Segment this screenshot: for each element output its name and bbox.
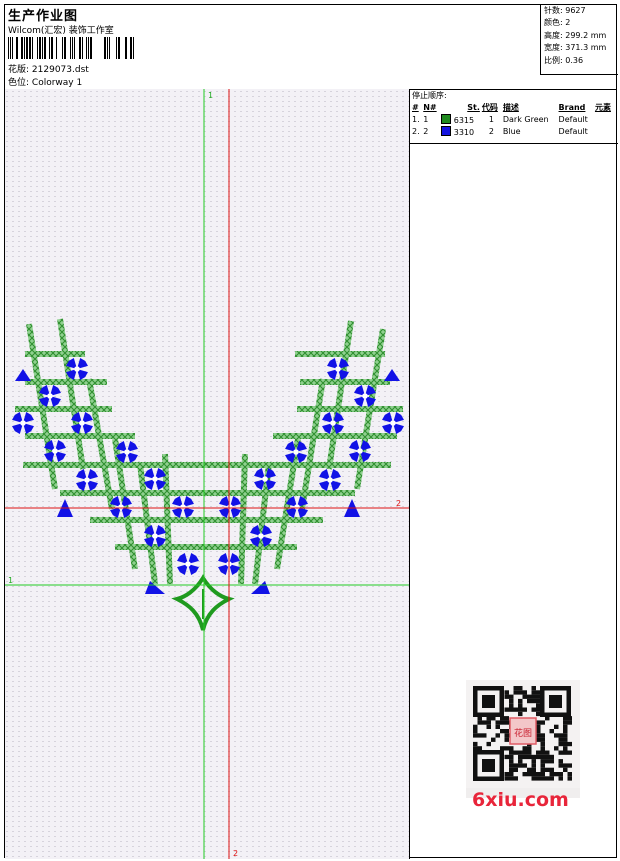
stat-height: 高度: 299.2 mm xyxy=(544,30,607,40)
col-brand: Brand xyxy=(558,102,586,112)
stat-scale: 比例: 0.36 xyxy=(544,55,584,65)
design-stats: 针数: 9627 颜色: 2 高度: 299.2 mm 宽度: 371.3 mm… xyxy=(540,5,618,75)
colorway-row: 色位: Colorway 1 xyxy=(8,75,82,88)
table-row[interactable]: 1. 1 6315 1 Dark Green Default xyxy=(411,113,615,125)
stat-stitches: 针数: 9627 xyxy=(544,6,586,15)
design-file-row: 花版: 2129073.dst xyxy=(8,62,89,75)
sheet-title: 生产作业图 xyxy=(8,9,79,24)
col-element: 元素 xyxy=(594,102,611,112)
sheet-subtitle: Wilcom(汇宏) 装饰工作室 xyxy=(8,26,114,36)
sheet-header: 生产作业图 Wilcom(汇宏) 装饰工作室 花版: 2129073.dst 色… xyxy=(5,5,618,90)
color-swatch-blue xyxy=(441,125,452,136)
design-file-label: 花版: xyxy=(8,65,30,75)
table-header-row: # N# St. 代码 描述 Brand 元素 xyxy=(411,101,615,113)
design-canvas[interactable]: 1 1 2 2 xyxy=(5,89,410,859)
embroidery-design xyxy=(5,89,409,859)
red-vertical-axis-label: 2 xyxy=(233,849,239,858)
table-row[interactable]: 2. 2 3310 2 Blue Default xyxy=(411,125,615,137)
col-needle: N# xyxy=(423,102,437,112)
seal-text: 花图 xyxy=(514,727,532,739)
qr-code-watermark: 花图 xyxy=(466,680,580,798)
red-horizontal-axis-label: 2 xyxy=(396,499,402,508)
site-watermark: 6xiu.com xyxy=(472,789,569,811)
col-description: 描述 xyxy=(502,102,519,112)
colorway-label: 色位: xyxy=(8,78,30,88)
stop-sequence-title: 停止顺序: xyxy=(412,91,447,100)
col-stitches: St. xyxy=(467,102,480,112)
stat-colors: 颜色: 2 xyxy=(544,18,571,28)
col-index: # xyxy=(412,102,419,112)
color-swatch-green xyxy=(441,113,452,124)
color-stop-table: # N# St. 代码 描述 Brand 元素 1. 1 6315 1 Dark… xyxy=(411,101,615,137)
green-horizontal-axis-label: 1 xyxy=(8,576,14,585)
green-vertical-axis-label: 1 xyxy=(208,91,214,100)
col-code: 代码 xyxy=(481,102,498,112)
design-file-value: 2129073.dst xyxy=(31,65,89,75)
stat-width: 宽度: 371.3 mm xyxy=(544,43,607,53)
barcode xyxy=(8,37,134,59)
stop-sequence-panel: 停止顺序: # N# St. 代码 描述 Brand 元素 1. 1 6315 xyxy=(409,89,618,144)
colorway-value: Colorway 1 xyxy=(31,78,83,88)
